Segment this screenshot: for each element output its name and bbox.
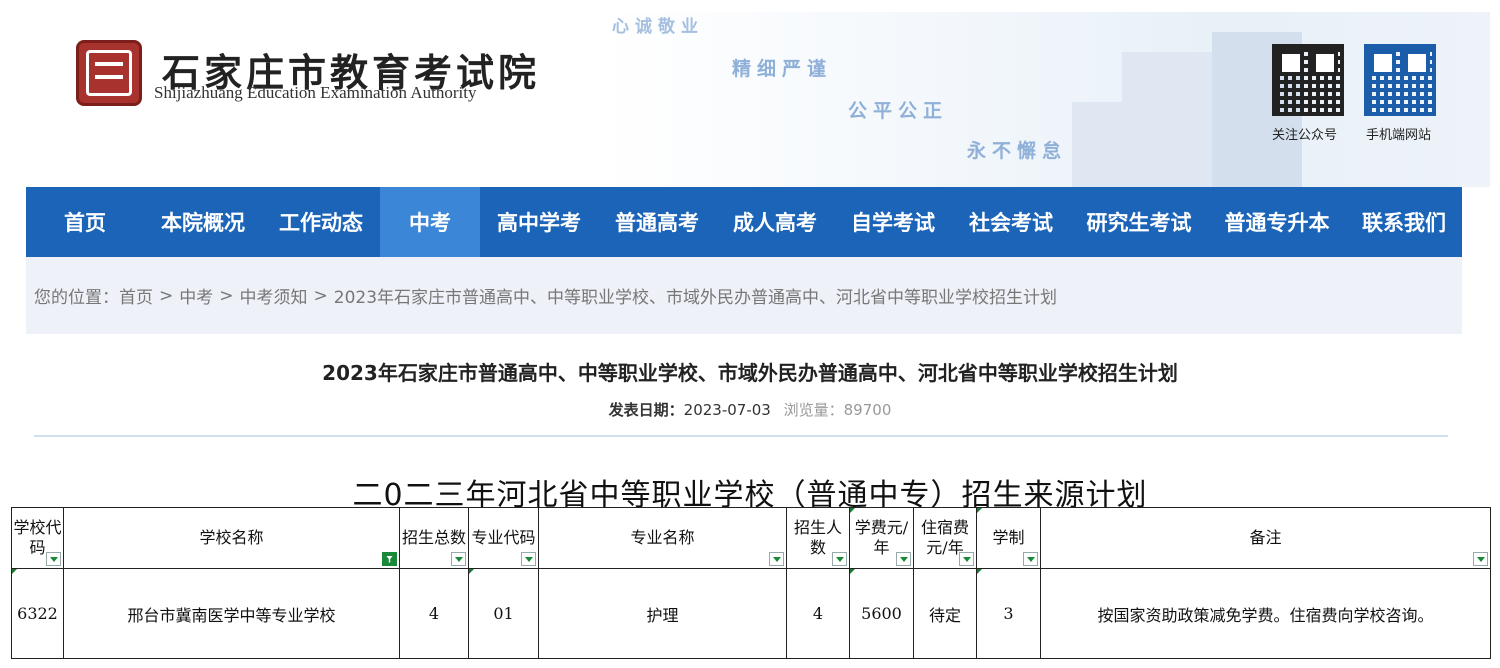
cell-duration: 3 <box>976 568 1041 659</box>
cell-text: 6322 <box>17 604 58 623</box>
cell-text: 待定 <box>928 605 961 625</box>
site-name-en: Shijiazhuang Education Examination Autho… <box>154 83 477 102</box>
cell-text: 01 <box>493 604 514 623</box>
cell-marker-icon <box>469 569 474 574</box>
cell-remarks: 按国家资助政策减免学费。住宿费向学校咨询。 <box>1040 568 1491 659</box>
title-divider <box>34 435 1448 437</box>
motto-1: 心诚敬业 <box>612 17 704 37</box>
nav-item-social-exam[interactable]: 社会考试 <box>952 187 1070 257</box>
header-cell-total: 招生总数 <box>399 507 469 569</box>
nav-item-about[interactable]: 本院概况 <box>144 187 262 257</box>
nav-item-xuekao[interactable]: 高中学考 <box>480 187 598 257</box>
date-label: 发表日期： <box>608 401 684 419</box>
header-label: 学制 <box>992 528 1025 547</box>
filter-dropdown-icon[interactable] <box>1023 552 1038 566</box>
nav-item-news[interactable]: 工作动态 <box>262 187 380 257</box>
filter-active-icon[interactable] <box>382 552 397 566</box>
cell-text: 4 <box>428 604 440 623</box>
cell-marker-icon <box>977 569 982 574</box>
motto-4: 永不懈怠 <box>967 140 1068 162</box>
header-cell-school-name: 学校名称 <box>63 507 400 569</box>
views-label: 浏览量： <box>783 401 844 419</box>
filter-dropdown-icon[interactable] <box>451 552 466 566</box>
header-cell-count: 招生人数 <box>786 507 850 569</box>
seal-logo-icon[interactable] <box>76 40 142 106</box>
cell-marker-icon <box>850 508 855 513</box>
header-label: 招生总数 <box>401 528 466 547</box>
enrollment-plan-table: 学校代码 学校名称 招生总数 专业代码 专业名称 招生人数 学费元/年 住宿费元… <box>11 507 1491 659</box>
cell-major-name: 护理 <box>538 568 787 659</box>
cell-text: 按国家资助政策减免学费。住宿费向学校咨询。 <box>1097 605 1434 625</box>
cell-text: 邢台市冀南医学中等专业学校 <box>127 605 336 625</box>
wechat-qr-code <box>1272 44 1344 116</box>
cell-marker-icon <box>12 569 17 574</box>
cell-dorm-fee: 待定 <box>913 568 977 659</box>
cell-text: 3 <box>1003 604 1014 623</box>
cell-marker-icon <box>977 508 982 513</box>
motto-3: 公平公正 <box>848 100 949 122</box>
mobile-qr-code <box>1364 44 1436 116</box>
filter-dropdown-icon[interactable] <box>832 552 847 566</box>
nav-item-postgraduate[interactable]: 研究生考试 <box>1070 187 1208 257</box>
cell-marker-icon <box>850 569 855 574</box>
header-label: 专业代码 <box>471 528 536 547</box>
table-header-row: 学校代码 学校名称 招生总数 专业代码 专业名称 招生人数 学费元/年 住宿费元… <box>11 507 1491 569</box>
breadcrumb-zhongkao[interactable]: 中考 <box>179 283 213 308</box>
breadcrumb-separator: > <box>159 285 174 306</box>
publish-date: 2023-07-03 <box>683 401 771 419</box>
cell-tuition: 5600 <box>849 568 914 659</box>
header-label: 专业名称 <box>630 528 695 547</box>
breadcrumb-separator: > <box>219 285 234 306</box>
cell-text: 5600 <box>861 604 902 623</box>
header-cell-major-code: 专业代码 <box>468 507 539 569</box>
nav-item-upgrade[interactable]: 普通专升本 <box>1208 187 1346 257</box>
wechat-qr-label: 关注公众号 <box>1272 128 1338 143</box>
cell-text: 4 <box>812 604 824 623</box>
header-cell-major-name: 专业名称 <box>538 507 787 569</box>
header-cell-tuition: 学费元/年 <box>849 507 914 569</box>
cell-school-code: 6322 <box>11 568 64 659</box>
table-row: 6322 邢台市冀南医学中等专业学校 4 01 护理 4 5600 待定 3 按… <box>11 568 1491 659</box>
header-label: 学校名称 <box>199 528 264 547</box>
header-cell-duration: 学制 <box>976 507 1041 569</box>
cell-school-name: 邢台市冀南医学中等专业学校 <box>63 568 400 659</box>
nav-item-home[interactable]: 首页 <box>26 187 144 257</box>
header-cell-dorm-fee: 住宿费元/年 <box>913 507 977 569</box>
article-title: 2023年石家庄市普通高中、中等职业学校、市域外民办普通高中、河北省中等职业学校… <box>322 361 1178 385</box>
nav-item-gaokao[interactable]: 普通高考 <box>598 187 716 257</box>
nav-item-self-study[interactable]: 自学考试 <box>834 187 952 257</box>
filter-dropdown-icon[interactable] <box>896 552 911 566</box>
filter-dropdown-icon[interactable] <box>46 552 61 566</box>
cell-total: 4 <box>399 568 469 659</box>
header-cell-remarks: 备注 <box>1040 507 1491 569</box>
view-count: 89700 <box>843 401 892 419</box>
breadcrumb: 您的位置： 首页 > 中考 > 中考须知 > 2023年石家庄市普通高中、中等职… <box>26 257 1462 334</box>
header-cell-school-code: 学校代码 <box>11 507 64 569</box>
cell-text: 护理 <box>646 605 679 625</box>
filter-dropdown-icon[interactable] <box>1473 552 1488 566</box>
breadcrumb-notice[interactable]: 中考须知 <box>240 283 308 308</box>
breadcrumb-prefix: 您的位置： <box>34 288 119 308</box>
mobile-qr-label: 手机端网站 <box>1366 128 1432 143</box>
filter-dropdown-icon[interactable] <box>769 552 784 566</box>
main-nav: 首页 本院概况 工作动态 中考 高中学考 普通高考 成人高考 自学考试 社会考试… <box>26 187 1462 257</box>
header-label: 备注 <box>1249 528 1282 547</box>
filter-dropdown-icon[interactable] <box>521 552 536 566</box>
site-header: 石家庄市教育考试院 Shijiazhuang Education Examina… <box>12 12 1490 187</box>
breadcrumb-current: 2023年石家庄市普通高中、中等职业学校、市域外民办普通高中、河北省中等职业学校… <box>333 288 1058 308</box>
breadcrumb-home[interactable]: 首页 <box>119 283 153 308</box>
nav-item-contact[interactable]: 联系我们 <box>1346 187 1462 257</box>
cell-count: 4 <box>786 568 850 659</box>
cell-major-code: 01 <box>468 568 539 659</box>
nav-item-adult-exam[interactable]: 成人高考 <box>716 187 834 257</box>
breadcrumb-separator: > <box>313 285 328 306</box>
motto-2: 精细严谨 <box>732 58 833 80</box>
filter-dropdown-icon[interactable] <box>959 552 974 566</box>
article-meta: 发表日期：2023-07-03 浏览量：89700 <box>0 399 1500 420</box>
nav-item-zhongkao[interactable]: 中考 <box>380 187 480 257</box>
